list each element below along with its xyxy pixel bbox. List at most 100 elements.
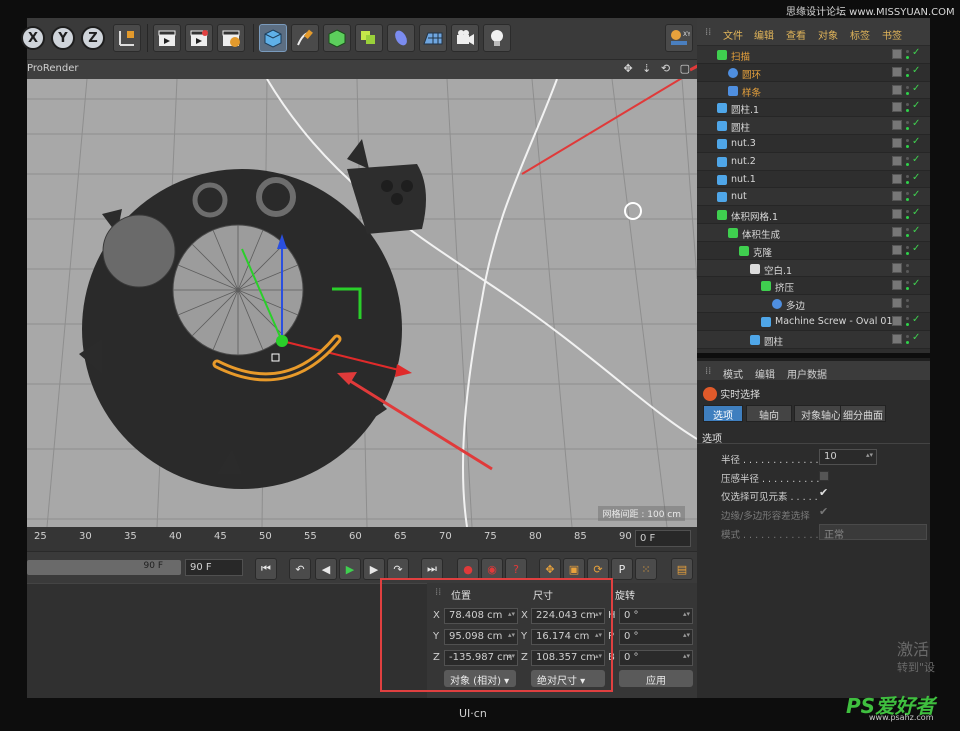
enabled-check-icon[interactable]: ✓ [912,83,920,94]
menu-objects[interactable]: 对象 [818,27,838,42]
layer-swatch[interactable] [892,191,902,202]
enabled-check-icon[interactable]: ✓ [912,47,920,58]
move-key-button[interactable]: ✥ [539,558,561,580]
editor-visibility-dot[interactable] [906,67,909,71]
render-visibility-dot[interactable] [906,73,909,77]
editor-visibility-dot[interactable] [906,299,909,303]
object-flags[interactable]: ✓ [892,65,926,79]
go-to-start-button[interactable]: ⏮ [255,558,277,580]
object-row[interactable]: 扫描 ✓ [697,46,930,64]
object-flags[interactable]: ✓ [892,172,926,186]
render-visibility-dot[interactable] [906,198,909,202]
object-flags[interactable] [892,298,926,310]
enabled-check-icon[interactable]: ✓ [912,332,920,343]
3d-viewport[interactable]: 网格间距 : 100 cm [27,79,697,527]
enabled-check-icon[interactable]: ✓ [912,65,920,76]
enabled-check-icon[interactable]: ✓ [912,118,920,129]
menu-attr-edit[interactable]: 编辑 [755,366,775,381]
editor-visibility-dot[interactable] [906,139,909,142]
render-visibility-dot[interactable] [906,91,909,95]
autokey-button[interactable]: ◉ [481,558,503,580]
layer-swatch[interactable] [892,102,902,113]
position-x-field[interactable]: 78.408 cm ▴▾ [444,608,518,624]
pressure-radius-checkbox[interactable] [819,471,829,481]
visible-only-checkbox[interactable]: ✔ [819,486,828,499]
object-row[interactable]: 克隆 ✓ [697,242,930,260]
editor-visibility-dot[interactable] [906,156,909,160]
point-level-button[interactable]: ⁙ [635,558,657,580]
object-flags[interactable]: ✓ [892,207,926,221]
object-row[interactable]: 体积生成 ✓ [697,224,930,242]
enabled-check-icon[interactable]: ✓ [912,243,920,254]
editor-visibility-dot[interactable] [906,317,909,320]
layer-swatch[interactable] [892,173,902,184]
enabled-check-icon[interactable]: ✓ [912,172,920,183]
go-to-end-button[interactable]: ⏭ [421,558,443,580]
render-visibility-dot[interactable] [906,180,909,184]
enabled-check-icon[interactable]: ✓ [912,136,920,147]
render-visibility-dot[interactable] [906,269,909,273]
render-visibility-dot[interactable] [906,216,909,220]
enabled-check-icon[interactable]: ✓ [912,100,920,111]
object-flags[interactable]: ✓ [892,314,926,328]
layer-swatch[interactable] [892,66,902,77]
array-button[interactable] [355,24,383,52]
render-settings-button[interactable] [217,24,245,52]
timeline-button[interactable]: ▤ [671,558,693,580]
radius-field[interactable]: 10 ▴▾ [819,449,877,465]
current-frame-field[interactable]: 0 F [635,530,691,547]
object-row[interactable]: Machine Screw - Oval 01 ✓ [697,313,930,331]
editor-visibility-dot[interactable] [906,281,909,285]
rotation-b-field[interactable]: 0 ° ▴▾ [619,650,693,666]
subdivision-surface-button[interactable] [323,24,351,52]
editor-visibility-dot[interactable] [906,103,909,107]
layer-swatch[interactable] [892,49,902,59]
object-row[interactable]: 圆柱.1 ✓ [697,99,930,118]
position-z-field[interactable]: -135.987 cm ▴▾ [444,650,518,666]
editor-visibility-dot[interactable] [906,121,909,125]
enabled-check-icon[interactable]: ✓ [912,154,920,165]
render-visibility-dot[interactable] [906,109,909,113]
light-button[interactable] [483,24,511,52]
object-flags[interactable]: ✓ [892,83,926,97]
editor-visibility-dot[interactable] [906,174,909,178]
object-flags[interactable]: ✓ [892,332,926,346]
apply-button[interactable]: 应用 [619,670,693,687]
object-flags[interactable]: ✓ [892,154,926,168]
enabled-check-icon[interactable]: ✓ [912,278,920,289]
prev-frame-button[interactable]: ◀ [315,558,337,580]
object-row[interactable]: 空白.1 [697,259,930,278]
floor-button[interactable] [419,24,447,52]
menu-view[interactable]: 查看 [786,27,806,42]
y-axis-lock-button[interactable]: Y [51,26,75,50]
menu-mode[interactable]: 模式 [723,366,743,381]
camera-button[interactable] [451,24,479,52]
render-visibility-dot[interactable] [906,56,909,59]
editor-visibility-dot[interactable] [906,245,909,249]
editor-visibility-dot[interactable] [906,334,909,338]
render-view-button[interactable] [153,24,181,52]
selection-mode-dropdown[interactable]: 正常 [819,524,927,541]
tab-subdivision[interactable]: 细分曲面 [840,405,886,422]
menu-tags[interactable]: 标签 [850,27,870,42]
editor-visibility-dot[interactable] [906,50,909,53]
coordinate-system-button[interactable] [113,24,141,52]
size-y-field[interactable]: 16.174 cm ▴▾ [531,629,605,645]
layout-button[interactable]: XYZ [665,24,693,52]
rotation-h-field[interactable]: 0 ° ▴▾ [619,608,693,624]
layer-swatch[interactable] [892,138,902,148]
layer-swatch[interactable] [892,316,902,326]
object-flags[interactable]: ✓ [892,189,926,203]
render-visibility-dot[interactable] [906,305,909,309]
object-row[interactable]: 圆柱 ✓ [697,117,930,135]
object-flags[interactable]: ✓ [892,225,926,239]
layer-swatch[interactable] [892,120,902,131]
layer-swatch[interactable] [892,262,902,273]
layer-swatch[interactable] [892,244,902,255]
render-visibility-dot[interactable] [906,287,909,291]
editor-visibility-dot[interactable] [906,263,909,267]
object-row[interactable]: nut.3 ✓ [697,135,930,153]
menu-user-data[interactable]: 用户数据 [787,366,827,381]
editor-visibility-dot[interactable] [906,210,909,214]
size-z-field[interactable]: 108.357 cm ▴▾ [531,650,605,666]
